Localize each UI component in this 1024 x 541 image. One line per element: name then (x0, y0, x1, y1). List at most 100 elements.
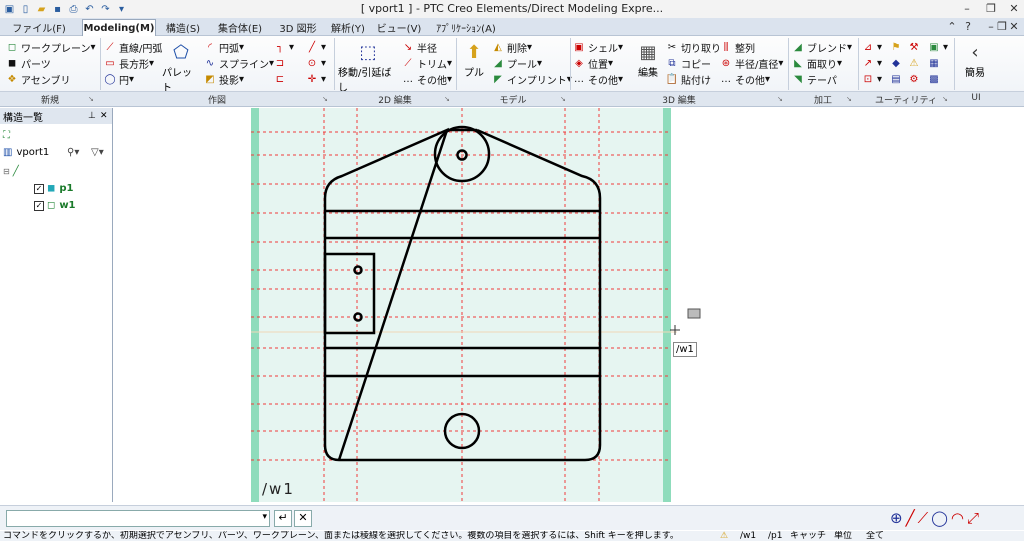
open-folder-icon[interactable]: ▰ (35, 3, 48, 16)
utility-measure-button[interactable]: ↗ ▾ (862, 56, 882, 70)
tab-3d-shape[interactable]: 3D 図形 (272, 19, 324, 36)
close-button[interactable]: ✕ (1004, 1, 1024, 16)
radius-button[interactable]: ↘ 半径 (402, 40, 437, 55)
tree-root[interactable]: ⊟ ╱ (3, 166, 19, 177)
cut-button[interactable]: ✂ 切り取り (666, 40, 721, 55)
close-icon[interactable]: ✕ (100, 111, 108, 121)
construction-point-button[interactable]: ✛ ▾ (306, 72, 326, 86)
chamfer-button[interactable]: ◣ 面取り ▾ (792, 56, 842, 71)
tree-item-p1[interactable]: ✓ ◼ p1 (34, 183, 73, 194)
blend-button[interactable]: ◢ ブレンド ▾ (792, 40, 852, 55)
projection-button[interactable]: ◩ 投影 ▾ (204, 72, 244, 87)
tab-structure[interactable]: 構造(S) (158, 19, 208, 36)
tab-assembly[interactable]: 集合体(E) (210, 19, 270, 36)
new-file-icon[interactable]: ▯ (19, 3, 32, 16)
collapse-icon[interactable]: ⊟ (3, 167, 10, 176)
checkbox-icon[interactable]: ✓ (34, 183, 44, 194)
command-input[interactable]: ▾ (6, 510, 270, 527)
tree-item-w1[interactable]: ✓ ◻ w1 (34, 200, 76, 211)
shell-button[interactable]: ▣ シェル ▾ (573, 40, 623, 55)
copy-button[interactable]: ⧉ コピー (666, 56, 711, 71)
doc-close-button[interactable]: ✕ (1004, 19, 1024, 34)
trim-button[interactable]: ⟋ トリム ▾ (402, 56, 453, 71)
tangent-snap-icon[interactable]: ⤢ (967, 509, 979, 527)
radius-diameter-button[interactable]: ⊛ 半径/直径 ▾ (720, 56, 784, 71)
parts-button[interactable]: ◼ パーツ (6, 56, 51, 71)
print-preview-icon[interactable]: ⎙ (67, 3, 80, 16)
tab-modeling[interactable]: Modeling(M) (82, 19, 156, 36)
utility-flag-button[interactable]: ⚑ (890, 40, 905, 54)
utility-warning-button[interactable]: ⚠ (908, 56, 923, 70)
tab-view[interactable]: ビュー(V) (372, 19, 426, 36)
delete-button[interactable]: ◭ 削除 ▾ (492, 40, 532, 55)
minimize-button[interactable]: – (957, 1, 977, 16)
status-filter[interactable]: 全て (866, 531, 884, 541)
status-catch[interactable]: キャッチ (790, 531, 826, 541)
simple-ui-button[interactable]: ‹ 簡易 (960, 40, 990, 80)
spline-button[interactable]: ∿ スプライン ▾ (204, 56, 274, 71)
tab-file[interactable]: ファイル(F) (4, 19, 74, 36)
viewport-selector[interactable]: ▥ vport1 ⚲▾ ▽▾ (3, 147, 104, 158)
circle-button[interactable]: ◯ 円 ▾ (104, 72, 134, 87)
filter-icon[interactable]: ▽▾ (91, 147, 104, 158)
perpendicular-snap-icon[interactable]: ⟋ (918, 509, 929, 527)
edit2d-other-button[interactable]: … その他 ▾ (402, 72, 452, 87)
edit3d-other2-button[interactable]: … その他 ▾ (720, 72, 770, 87)
imprint-button[interactable]: ◤インプリント ▾ (492, 72, 572, 87)
checkbox-icon[interactable]: ✓ (34, 200, 44, 211)
undo-icon[interactable]: ↶ (83, 3, 96, 16)
circle-center-snap-icon[interactable]: ⊕ (890, 509, 903, 527)
offset-tool-button[interactable]: ⊐ (274, 56, 289, 70)
pull-button[interactable]: ⬆ プル (460, 40, 488, 80)
construction-circle-button[interactable]: ⊙ ▾ (306, 56, 326, 70)
utility-tools-button[interactable]: ⚒ (908, 40, 923, 54)
utility-check-button[interactable]: ⊡ ▾ (862, 72, 882, 86)
utility-layer-button[interactable]: ▦ (928, 56, 943, 70)
tab-analysis[interactable]: 解析(Y) (326, 19, 370, 36)
edit-button[interactable]: ▦ 編集 (634, 40, 662, 80)
taper-button[interactable]: ◥ テーパ (792, 72, 837, 87)
help-icon[interactable]: ? (958, 19, 978, 34)
pool-button[interactable]: ◢ プール ▾ (492, 56, 542, 71)
app-icon[interactable]: ▣ (3, 3, 16, 16)
circle-snap-icon[interactable]: ◯ (931, 509, 948, 527)
chevron-down-icon[interactable]: ▾ (262, 512, 267, 522)
save-icon[interactable]: ▪ (51, 3, 64, 16)
group-launcher-icon[interactable]: ↘ (88, 95, 94, 103)
status-part[interactable]: /p1 (768, 531, 782, 541)
redo-icon[interactable]: ↷ (99, 3, 112, 16)
graphics-viewport[interactable]: /w1 /w1 (117, 108, 1024, 502)
group-launcher-icon[interactable]: ↘ (846, 95, 852, 103)
status-workplane[interactable]: /w1 (740, 531, 756, 541)
mirror-tool-button[interactable]: ⊏ (274, 72, 289, 86)
drawing-canvas[interactable] (117, 108, 1024, 502)
enter-button[interactable]: ↵ (274, 510, 292, 527)
arc-snap-icon[interactable]: ◠ (951, 509, 964, 527)
cancel-button[interactable]: ✕ (294, 510, 312, 527)
utility-grid-button[interactable]: ▤ (890, 72, 905, 86)
binoculars-icon[interactable]: ⚲▾ (67, 147, 79, 158)
utility-dimension-button[interactable]: ⊿ ▾ (862, 40, 882, 54)
align-button[interactable]: ⫼ 整列 (720, 40, 755, 55)
utility-settings-button[interactable]: ⚙ (908, 72, 923, 86)
move-stretch-button[interactable]: ⬚ 移動/引延ばし (338, 40, 398, 95)
rectangle-button[interactable]: ▭ 長方形 ▾ (104, 56, 154, 71)
utility-calc-button[interactable]: ▩ (928, 72, 943, 86)
utility-tag-button[interactable]: ◆ (890, 56, 905, 70)
group-launcher-icon[interactable]: ↘ (322, 95, 328, 103)
paste-button[interactable]: 📋 貼付け (666, 72, 711, 87)
restore-button[interactable]: ❐ (981, 1, 1001, 16)
fillet-tool-button[interactable]: ┐ ▾ (274, 40, 294, 54)
group-launcher-icon[interactable]: ↘ (444, 95, 450, 103)
position-button[interactable]: ◈ 位置 ▾ (573, 56, 613, 71)
edit3d-other-button[interactable]: … その他 ▾ (573, 72, 623, 87)
customize-icon[interactable]: ▾ (115, 3, 128, 16)
palette-button[interactable]: ⬠ パレット (162, 40, 200, 95)
group-launcher-icon[interactable]: ↘ (560, 95, 566, 103)
workplane-button[interactable]: ◻ ワークプレーン ▾ (6, 40, 96, 55)
assembly-button[interactable]: ❖ アセンブリ (6, 72, 71, 87)
construction-line-button[interactable]: ╱ ▾ (306, 40, 326, 54)
line-snap-icon[interactable]: ╱ (906, 509, 915, 527)
group-launcher-icon[interactable]: ↘ (777, 95, 783, 103)
tab-application[interactable]: ｱﾌﾟﾘｹｰｼｮﾝ(A) (430, 19, 502, 36)
